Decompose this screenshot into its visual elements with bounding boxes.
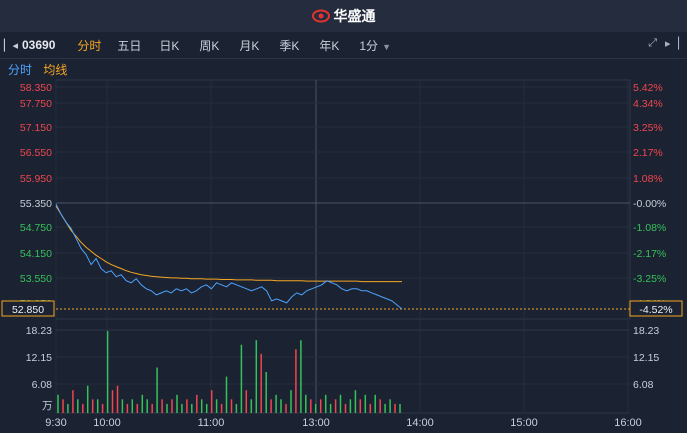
tab-yearly-k[interactable]: 年K <box>309 37 349 54</box>
volume-unit-label: 万 <box>42 400 53 412</box>
tab-quarterly-k[interactable]: 季K <box>269 37 309 54</box>
current-pct-label: -4.52% <box>639 304 672 316</box>
volume-tick-label: 18.23 <box>26 325 52 337</box>
tab-weekly-k[interactable]: 周K <box>189 37 229 54</box>
pct-tick-label: 5.42% <box>633 82 663 94</box>
pct-tick-label: 1.08% <box>633 173 663 185</box>
tab-intraday[interactable]: 分时 <box>69 37 109 54</box>
price-tick-label: 54.750 <box>20 222 52 234</box>
time-tick-label: 13:00 <box>302 417 330 429</box>
time-tick-label: 16:00 <box>614 417 642 429</box>
brand: 华盛通 <box>311 6 376 26</box>
intraday-chart: 9:30 10:00 11:00 13:00 14:00 15:00 16:00 58.350… <box>1 79 683 429</box>
pct-tick-label: -0.00% <box>633 198 666 210</box>
time-tick-label: 15:00 <box>510 417 538 429</box>
volume-tick-label: 6.08 <box>32 379 53 391</box>
time-tick-label: 10:00 <box>93 417 121 429</box>
brand-logo-icon <box>311 9 330 23</box>
chart-legend: 分时 均线 <box>8 61 67 78</box>
current-price-label: 52.850 <box>12 304 44 316</box>
current-price-box <box>1 300 55 317</box>
period-select[interactable]: 1分 ▼ <box>359 37 391 54</box>
legend-intraday: 分时 <box>8 63 33 77</box>
time-tick-label: 11:00 <box>198 417 225 429</box>
collapse-panel-icon[interactable]: ▏◂ <box>0 39 22 52</box>
price-tick-label: 52.950 <box>20 298 52 310</box>
price-tick-label: 57.750 <box>20 98 52 110</box>
pct-tick-label: -1.08% <box>633 222 666 234</box>
pct-tick-label: 2.17% <box>633 147 663 159</box>
volume-tick-label-right: 18.23 <box>633 325 659 337</box>
price-tick-label: 57.150 <box>20 122 52 134</box>
price-line <box>55 203 403 310</box>
price-tick-label: 53.550 <box>20 273 52 285</box>
time-tick-label: 9:30 <box>45 417 66 429</box>
stock-code: 03690 <box>22 38 56 52</box>
brand-name: 华盛通 <box>333 8 376 24</box>
fullscreen-icon[interactable]: ⤢ <box>648 37 657 50</box>
pct-tick-label: 4.34% <box>633 98 663 110</box>
price-tick-label: 58.350 <box>20 82 52 94</box>
current-pct-box <box>629 300 683 317</box>
pct-tick-label: -3.25% <box>633 273 666 285</box>
price-tick-label: 56.550 <box>20 147 52 159</box>
average-line <box>55 205 402 283</box>
volume-tick-label: 12.15 <box>26 352 52 364</box>
tab-five-day[interactable]: 五日 <box>109 37 149 54</box>
time-tick-label: 14:00 <box>406 417 434 429</box>
pct-tick-label: 3.25% <box>633 122 663 134</box>
app-header: 华盛通 <box>0 0 687 32</box>
pct-tick-label: -4.34% <box>633 298 666 310</box>
period-value: 1分 <box>359 38 379 53</box>
chart-toolbar: ▏◂ 03690 分时 五日 日K 周K 月K 季K 年K 1分 ▼ ⤢ ▸▕ <box>0 32 687 59</box>
volume-tick-label-right: 6.08 <box>633 379 654 391</box>
price-tick-label: 55.350 <box>20 198 52 210</box>
pct-tick-label: -2.17% <box>633 248 666 260</box>
chevron-down-icon: ▼ <box>382 41 391 52</box>
volume-tick-label-right: 12.15 <box>633 352 659 364</box>
price-tick-label: 54.150 <box>20 248 52 260</box>
expand-panel-icon[interactable]: ▸▕ <box>665 37 679 50</box>
legend-average: 均线 <box>43 63 68 77</box>
price-tick-label: 55.950 <box>20 173 52 185</box>
tab-monthly-k[interactable]: 月K <box>229 37 269 54</box>
tab-daily-k[interactable]: 日K <box>149 37 189 54</box>
